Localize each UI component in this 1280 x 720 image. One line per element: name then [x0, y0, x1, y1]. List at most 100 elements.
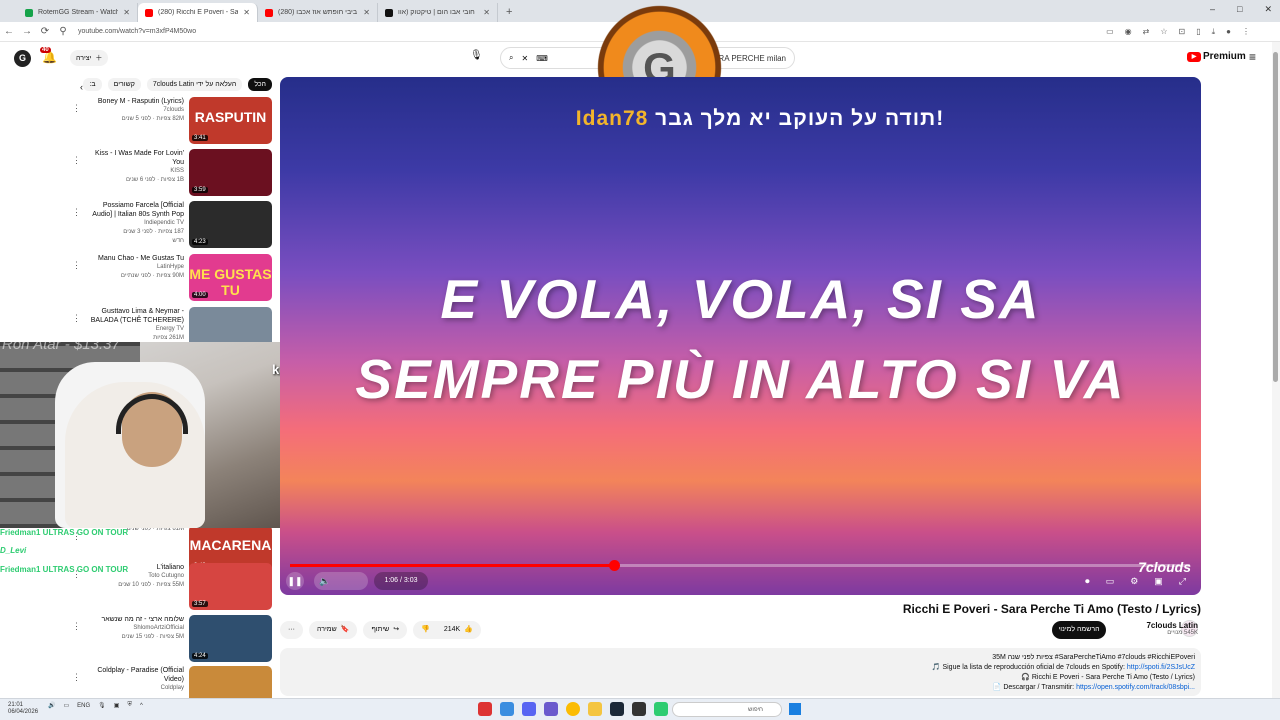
more-options-icon[interactable]: ⋮ [72, 672, 81, 683]
reload-icon[interactable]: ⟳ [36, 26, 54, 37]
share-button[interactable]: שיתוף ↪ [363, 621, 408, 639]
filter-chip[interactable]: העלאה על ידי 7clouds Latin [146, 78, 243, 91]
more-actions-button[interactable]: ··· [280, 621, 303, 639]
back-icon[interactable]: ← [0, 26, 18, 37]
browser-tab[interactable]: RotemGG Stream - Watch Live ✕ [18, 3, 138, 22]
video-thumbnail[interactable]: 3:57 [189, 563, 272, 610]
bookmark-star-icon[interactable]: ☆ [1160, 27, 1167, 37]
profile-avatar[interactable]: ● [1226, 27, 1231, 37]
spotify-link[interactable]: http://spoti.fi/2SJsUcZ [1127, 664, 1195, 671]
video-thumbnail[interactable]: 3:59 [189, 149, 272, 196]
save-button[interactable]: שמירה 🔖 [309, 621, 358, 639]
url-field[interactable]: youtube.com/watch?v=m3xfP4M50wo [78, 28, 1106, 35]
keyboard-icon[interactable]: ⌨ [536, 54, 548, 63]
youtube-premium-logo[interactable]: ▶ Premium [1187, 51, 1246, 62]
app-icon[interactable] [632, 702, 646, 716]
like-icon[interactable]: 👍 [464, 621, 473, 639]
chrome-icon[interactable] [566, 702, 580, 716]
filter-chip[interactable]: קשורים [107, 78, 141, 91]
video-player[interactable]: Idan78 תודה על העוקב יא מלך גבר! E VOLA,… [280, 77, 1201, 595]
app-icon[interactable] [500, 702, 514, 716]
new-tab-button[interactable]: + [498, 3, 520, 22]
pause-icon[interactable]: ❚❚ [286, 572, 304, 590]
more-options-icon[interactable]: ⋮ [72, 313, 81, 324]
minimize-button[interactable]: – [1210, 4, 1215, 15]
search-input[interactable]: RA PERCHE milan [718, 54, 786, 63]
filter-chip[interactable]: ב: [83, 78, 102, 91]
volume-slider[interactable]: 🔈 [314, 572, 368, 590]
recommendation-item[interactable]: 4:23 ⋮ Possiamo Farcela [Official Audio] |… [0, 201, 278, 251]
language-indicator[interactable]: ENG [77, 703, 90, 709]
more-options-icon[interactable]: ⋮ [72, 207, 81, 218]
tab-close-icon[interactable]: ✕ [123, 8, 130, 17]
fullscreen-icon[interactable]: ⤢ [1179, 572, 1186, 590]
split-icon[interactable]: ▯ [1196, 27, 1200, 37]
app-icon[interactable] [544, 702, 558, 716]
extensions-icon[interactable]: ⊡ [1179, 27, 1186, 37]
video-thumbnail[interactable]: 4:24 [189, 615, 272, 662]
incognito-icon[interactable]: ◉ [1125, 27, 1132, 37]
subtitles-icon[interactable]: ▭ [1106, 572, 1115, 590]
video-thumbnail[interactable]: 4:23 [189, 201, 272, 248]
more-options-icon[interactable]: ⋮ [72, 103, 81, 114]
clock[interactable]: 21:01 06/04/2026 [8, 702, 38, 716]
browser-menu-icon[interactable]: ⋮ [1242, 27, 1250, 37]
more-options-icon[interactable]: ⋮ [72, 621, 81, 632]
file-explorer-icon[interactable] [588, 702, 602, 716]
app-icon[interactable] [654, 702, 668, 716]
volume-icon[interactable]: 🔈 [319, 572, 330, 590]
page-scrollbar[interactable] [1272, 42, 1280, 698]
subscribe-button[interactable]: הרשמה למינוי [1052, 621, 1106, 639]
discord-icon[interactable] [522, 702, 536, 716]
downloads-icon[interactable]: ⤓ [1212, 27, 1216, 37]
mic-icon[interactable]: 🎙 [470, 50, 483, 61]
tab-close-icon[interactable]: ✕ [363, 8, 370, 17]
search-icon[interactable]: ⌕ [509, 53, 513, 63]
scrollbar-thumb[interactable] [1273, 52, 1278, 382]
progress-scrubber[interactable] [609, 560, 620, 571]
download-link[interactable]: https://open.spotify.com/track/08sbpi... [1076, 684, 1195, 691]
more-options-icon[interactable]: ⋮ [72, 260, 81, 271]
hamburger-menu-icon[interactable]: ≡ [1249, 50, 1256, 64]
like-count[interactable]: 214K [444, 621, 460, 639]
channel-info[interactable]: 7clouds Latin 545K מנויים [1118, 621, 1198, 636]
tab-close-icon[interactable]: ✕ [243, 8, 250, 17]
filter-chip[interactable]: הכל [248, 78, 272, 91]
browser-tab[interactable]: (280) Ricchi E Poveri - Sara ✕ [138, 3, 258, 22]
maximize-button[interactable]: □ [1237, 4, 1242, 15]
close-window-button[interactable]: ✕ [1264, 4, 1272, 15]
recommendation-item[interactable]: 3:59 ⋮ Kiss - I Was Made For Lovin' You KIS… [0, 149, 278, 199]
account-avatar[interactable]: G [14, 50, 31, 67]
channel-name[interactable]: 7clouds Latin [1118, 621, 1198, 630]
browser-tab[interactable]: (280) רונן ביבי חופתש אוז אכבו ✕ [258, 3, 378, 22]
browser-tab[interactable]: חובי אבו הום | טיקטוק (אוו ✕ [378, 3, 498, 22]
notifications-bell-icon[interactable]: 🔔 40 [40, 47, 57, 64]
steam-icon[interactable] [610, 702, 624, 716]
cast-icon[interactable]: ▭ [1106, 27, 1114, 37]
dislike-icon[interactable]: 👎 [421, 621, 430, 639]
clear-search-icon[interactable]: ✕ [521, 54, 528, 63]
video-thumbnail[interactable]: RASPUTIN 3:41 [189, 97, 272, 144]
monitor-tray-icon[interactable]: ▣ [114, 702, 120, 709]
recommendation-item[interactable]: ME GUSTAS TU 4:00 ⋮ Manu Chao - Me Gustas T… [0, 254, 278, 304]
settings-gear-icon[interactable]: ⚙ [1130, 572, 1138, 590]
volume-tray-icon[interactable]: 🔊 [48, 702, 55, 709]
autoplay-toggle-icon[interactable]: ⏺ [1085, 572, 1090, 590]
app-icon[interactable] [478, 702, 492, 716]
more-options-icon[interactable]: ⋮ [72, 155, 81, 166]
chevron-up-icon[interactable]: ^ [140, 703, 143, 709]
progress-bar[interactable] [290, 560, 1190, 571]
shield-tray-icon[interactable]: ⛨ [127, 702, 132, 709]
create-button[interactable]: יצירה ＋ [70, 50, 109, 66]
mic-tray-icon[interactable]: 🎙 [98, 702, 106, 709]
recommendation-item[interactable]: 4:24 ⋮ שלומה ארצי - זה מה שנשאר ShlomoArtzi… [0, 615, 278, 665]
tab-close-icon[interactable]: ✕ [483, 8, 490, 17]
forward-icon[interactable]: → [18, 26, 36, 37]
miniplayer-icon[interactable]: ▣ [1154, 572, 1163, 590]
recommendation-item[interactable]: RASPUTIN 3:41 ⋮ Boney M - Rasputin (Lyrics)… [0, 97, 278, 147]
site-info-icon[interactable]: ⚲ [54, 26, 72, 37]
network-icon[interactable]: ▭ [63, 702, 69, 709]
translate-icon[interactable]: ⇄ [1143, 27, 1150, 37]
description-box[interactable]: 35M צפיות לפני שנה #SaraPercheTiAmo #7cl… [280, 648, 1201, 696]
video-thumbnail[interactable]: ME GUSTAS TU 4:00 [189, 254, 272, 301]
